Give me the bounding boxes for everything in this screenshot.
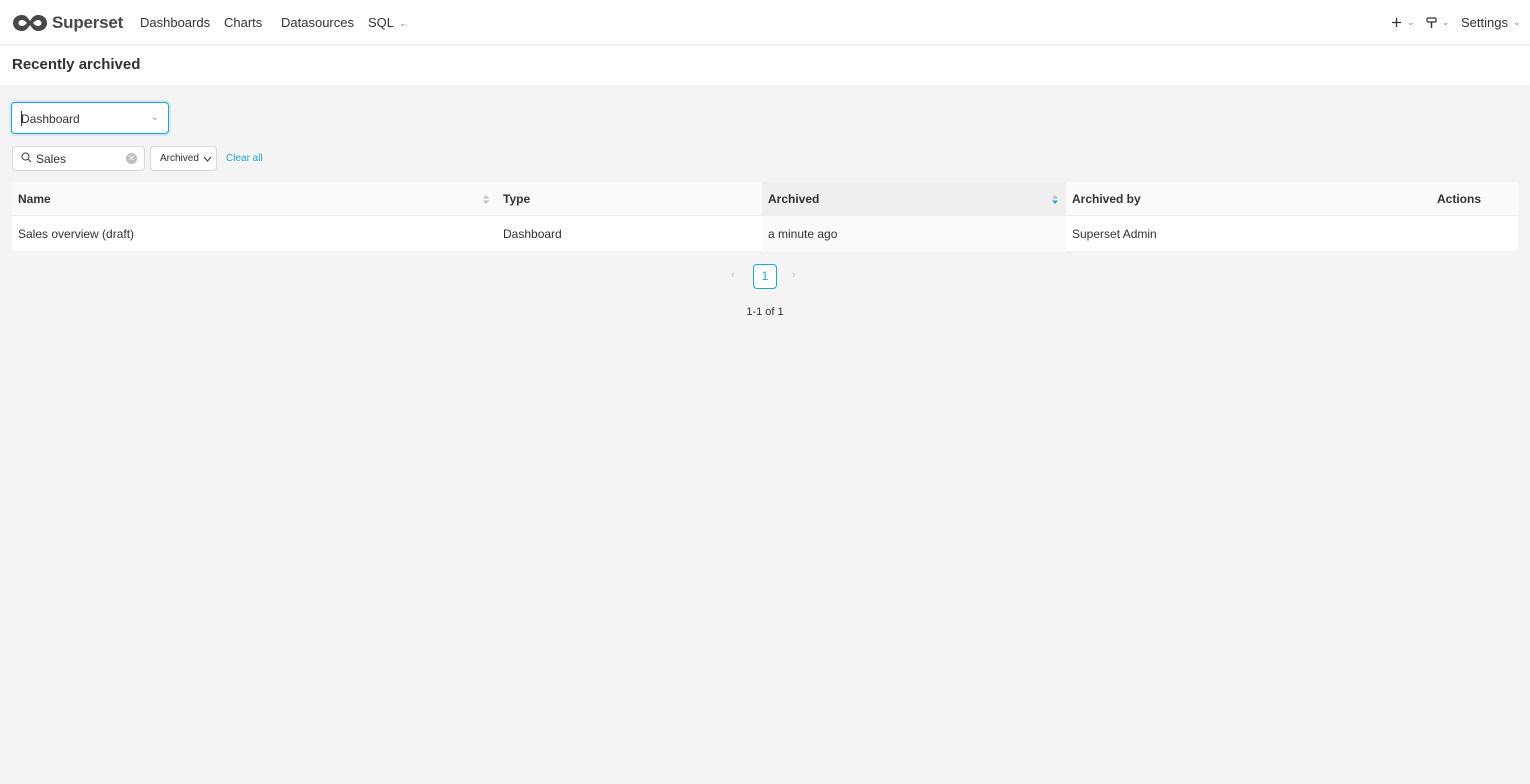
chevron-down-icon: ⌄ xyxy=(1442,17,1450,27)
pagination-summary: 1-1 of 1 xyxy=(746,306,784,318)
theme-icon xyxy=(1426,16,1437,28)
pagination: ‹ 1 › xyxy=(0,264,1530,289)
search-icon xyxy=(21,152,32,163)
archived-filter-button[interactable]: Archived xyxy=(150,146,217,171)
chevron-left-icon[interactable]: ‹ xyxy=(731,269,735,281)
search-value: Sales xyxy=(36,152,67,166)
cell-type: Dashboard xyxy=(503,227,562,241)
cell-archived: a minute ago xyxy=(762,216,1066,252)
text-cursor xyxy=(21,111,22,126)
table-header: Name Type Archived Archived by Actions xyxy=(12,182,1518,216)
settings-menu[interactable]: Settings ⌄ xyxy=(1461,0,1521,45)
clear-all-link[interactable]: Clear all xyxy=(226,153,263,164)
new-menu[interactable]: ⌄ xyxy=(1391,0,1415,45)
chevron-down-icon: ⌄ xyxy=(150,112,159,123)
search-input[interactable]: Sales ✕ xyxy=(12,146,145,171)
nav-datasources-label: Datasources xyxy=(281,15,354,30)
plus-icon xyxy=(1392,18,1401,27)
page-title: Recently archived xyxy=(12,56,141,73)
type-select[interactable]: Dashboard ⌄ xyxy=(11,102,169,134)
superset-logo-icon xyxy=(13,15,47,31)
column-header-type: Type xyxy=(497,182,762,216)
column-header-name[interactable]: Name xyxy=(12,182,497,216)
chevron-down-icon: ⌄ xyxy=(1512,17,1521,27)
page-header: Recently archived xyxy=(0,46,1530,85)
column-header-archived[interactable]: Archived xyxy=(762,182,1066,216)
top-navbar: Superset Dashboards Charts Datasources S… xyxy=(0,0,1530,45)
nav-datasources[interactable]: Datasources xyxy=(281,0,354,45)
chevron-down-icon: ⌄ xyxy=(1407,17,1415,27)
cell-archived-by: Superset Admin xyxy=(1072,227,1157,241)
column-header-label: Archived xyxy=(768,192,820,206)
nav-dashboards-label: Dashboards xyxy=(140,15,211,30)
cell-name: Sales overview (draft) xyxy=(18,227,135,241)
sort-icon[interactable] xyxy=(1051,194,1059,205)
archived-filter-label: Archived xyxy=(160,153,199,164)
chevron-down-icon: ⌄ xyxy=(399,17,407,28)
column-header-actions: Actions xyxy=(1431,182,1518,216)
column-header-label: Archived by xyxy=(1072,192,1141,206)
type-select-value: Dashboard xyxy=(21,112,80,126)
nav-sql-label: SQL xyxy=(368,15,395,30)
nav-dashboards[interactable]: Dashboards xyxy=(140,0,210,45)
table-row[interactable]: Sales overview (draft) Dashboard a minut… xyxy=(12,216,1518,252)
app-name: Superset xyxy=(52,13,124,32)
settings-label: Settings xyxy=(1461,15,1508,30)
superset-logo[interactable]: Superset xyxy=(12,10,123,36)
nav-charts-label: Charts xyxy=(224,15,263,30)
nav-charts[interactable]: Charts xyxy=(224,0,262,45)
archived-table: Name Type Archived Archived by Actions S… xyxy=(12,182,1518,252)
chevron-down-icon xyxy=(203,156,212,162)
theme-menu[interactable]: ⌄ xyxy=(1426,0,1450,45)
column-header-archived-by: Archived by xyxy=(1066,182,1431,216)
column-header-label: Actions xyxy=(1437,192,1482,206)
sort-icon[interactable] xyxy=(482,194,490,205)
column-header-label: Type xyxy=(503,192,531,206)
clear-icon[interactable]: ✕ xyxy=(126,153,137,164)
page-item-1[interactable]: 1 xyxy=(753,264,777,289)
nav-sql[interactable]: SQL ⌄ xyxy=(368,0,407,45)
cell-actions xyxy=(1431,216,1518,252)
chevron-right-icon[interactable]: › xyxy=(792,269,796,281)
column-header-label: Name xyxy=(18,192,51,206)
